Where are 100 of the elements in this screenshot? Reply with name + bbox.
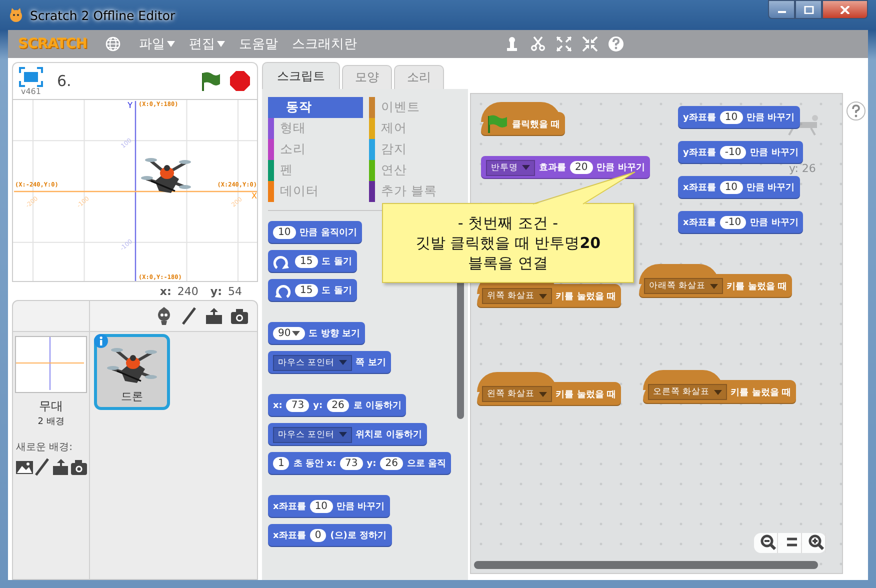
upload-icon[interactable]	[52, 458, 68, 476]
number-input[interactable]: 10	[310, 500, 333, 513]
stop-button[interactable]	[229, 70, 251, 92]
callout-text: - 첫번째 조건 -	[458, 213, 558, 233]
code-block[interactable]: 15 도 돌기	[268, 279, 357, 302]
dropdown-menu[interactable]: 반투명	[486, 160, 535, 176]
code-block[interactable]: y좌표를 10 만큼 바꾸기	[678, 106, 800, 129]
number-input[interactable]: 1	[273, 457, 290, 470]
number-input[interactable]: -10	[720, 146, 746, 159]
scrollbar[interactable]	[474, 561, 818, 569]
drone-drawing[interactable]	[141, 158, 191, 193]
stamp-icon[interactable]	[504, 36, 520, 52]
help-icon[interactable]	[846, 101, 866, 121]
code-block[interactable]: x좌표를 10 만큼 바꾸기	[268, 495, 390, 518]
y-label: y:	[210, 284, 222, 298]
dropdown-menu[interactable]: 아래쪽 화살표	[644, 278, 723, 294]
stage-label: 무대	[39, 398, 63, 415]
code-block[interactable]: y좌표를 -10 만큼 바꾸기	[678, 141, 804, 164]
block-label: 키를 눌렀을 때	[556, 388, 616, 400]
image-icon[interactable]	[16, 458, 32, 476]
brush-icon[interactable]	[180, 307, 199, 325]
shrink-icon[interactable]	[582, 36, 598, 52]
block-label: x좌표를	[683, 217, 716, 229]
project-title[interactable]: 6.	[51, 70, 78, 92]
code-block[interactable]: 15 도 돌기	[268, 250, 357, 273]
block-label: 만큼 바꾸기	[750, 147, 798, 159]
number-input[interactable]: 15	[295, 255, 318, 268]
number-input[interactable]: 26	[380, 457, 403, 470]
number-input[interactable]: 73	[286, 399, 310, 412]
code-block[interactable]: 90 도 방향 보기	[268, 322, 366, 345]
block-label: (으)로 정하기	[330, 530, 387, 542]
dropdown-menu[interactable]: 오른쪽 화살표	[648, 384, 727, 400]
tab[interactable]: 스크립트	[262, 62, 340, 89]
maximize-icon[interactable]	[804, 6, 814, 14]
category-button[interactable]: 동작	[268, 97, 363, 118]
number-input[interactable]: 26	[326, 399, 350, 412]
block-label: 위치로 이동하기	[356, 429, 422, 441]
camera-icon[interactable]	[230, 307, 249, 325]
upload-icon[interactable]	[205, 307, 224, 325]
new-backdrop-label: 새로운 배경:	[15, 441, 73, 454]
x-value: 240	[177, 284, 198, 298]
block-label: 만큼 움직이기	[300, 227, 357, 239]
stage-thumbnail[interactable]	[15, 336, 87, 393]
flag-icon	[486, 114, 508, 134]
block-label: 효과를	[539, 162, 566, 174]
camera-icon[interactable]	[70, 458, 86, 476]
number-input[interactable]: 10	[720, 111, 743, 124]
cat-icon	[8, 7, 24, 23]
callout-text: 블록을 연결	[468, 253, 548, 273]
code-block[interactable]: 1 초 동안 x: 73 y: 26 으로 움직	[268, 452, 452, 475]
dropdown-menu[interactable]: 위쪽 화살표	[482, 288, 552, 304]
expand-icon[interactable]	[556, 36, 572, 52]
block-label: 클릭했을 때	[512, 118, 560, 130]
dropdown-menu[interactable]: 마우스 포인터	[273, 426, 352, 442]
zoom-in-icon[interactable]	[808, 534, 824, 550]
number-input[interactable]: 10	[273, 226, 296, 239]
close-button[interactable]	[822, 0, 868, 19]
number-input[interactable]: 20	[570, 161, 593, 174]
globe-icon[interactable]	[104, 36, 121, 52]
block-label: 도 방향 보기	[308, 328, 360, 340]
block-label: y좌표를	[683, 147, 716, 159]
block-label: 키를 눌렀을 때	[726, 280, 787, 292]
code-block[interactable]: 반투명 효과를 20 만큼 바꾸기	[481, 156, 650, 179]
code-block[interactable]: x좌표를 0 (으)로 정하기	[268, 524, 392, 547]
code-block[interactable]: 마우스 포인터 위치로 이동하기	[268, 423, 427, 446]
help-icon[interactable]	[608, 36, 624, 52]
code-block[interactable]: x좌표를 10 만큼 바꾸기	[678, 176, 800, 199]
sprite-tile[interactable]: 드론	[94, 334, 170, 410]
minimize-button[interactable]	[768, 0, 795, 19]
block-label: 만큼 바꾸기	[750, 217, 798, 229]
number-input[interactable]: 10	[720, 181, 743, 194]
block-label: x:	[273, 400, 282, 410]
block-label: 만큼 바꾸기	[746, 112, 795, 124]
block-label: x좌표를	[273, 501, 306, 513]
code-block[interactable]: 10 만큼 움직이기	[268, 221, 362, 244]
code-block[interactable]: 마우스 포인터 쪽 보기	[268, 351, 391, 374]
axis-label: X	[252, 192, 257, 200]
number-input[interactable]: 73	[340, 457, 363, 470]
block-label: 키를 눌렀을 때	[556, 290, 616, 302]
x-label: x:	[160, 284, 172, 298]
dropdown-menu[interactable]: 마우스 포인터	[273, 354, 352, 370]
brush-icon[interactable]	[34, 458, 50, 476]
number-input[interactable]: -10	[720, 216, 746, 229]
code-block[interactable]: x: 73 y: 26 로 이동하기	[268, 394, 406, 417]
info-icon[interactable]	[94, 334, 108, 348]
axis-label: Y	[128, 101, 132, 110]
number-dropdown[interactable]: 90	[273, 327, 305, 340]
block-label: 키를 눌렀을 때	[730, 386, 791, 398]
number-input[interactable]: 15	[295, 284, 318, 297]
dropdown-menu[interactable]: 왼쪽 화살표	[482, 386, 552, 402]
number-input[interactable]: 0	[310, 529, 326, 542]
backdrop-count: 2 배경	[38, 416, 64, 428]
scissors-icon[interactable]	[530, 36, 546, 52]
fullscreen-icon[interactable]	[19, 66, 43, 86]
code-block[interactable]: x좌표를 -10 만큼 바꾸기	[678, 211, 804, 234]
flag-button[interactable]	[199, 70, 221, 92]
maximize-button[interactable]	[795, 0, 822, 19]
zoom-out-icon[interactable]	[760, 534, 776, 550]
close-icon[interactable]	[840, 6, 850, 14]
block-label: x좌표를	[273, 530, 306, 542]
